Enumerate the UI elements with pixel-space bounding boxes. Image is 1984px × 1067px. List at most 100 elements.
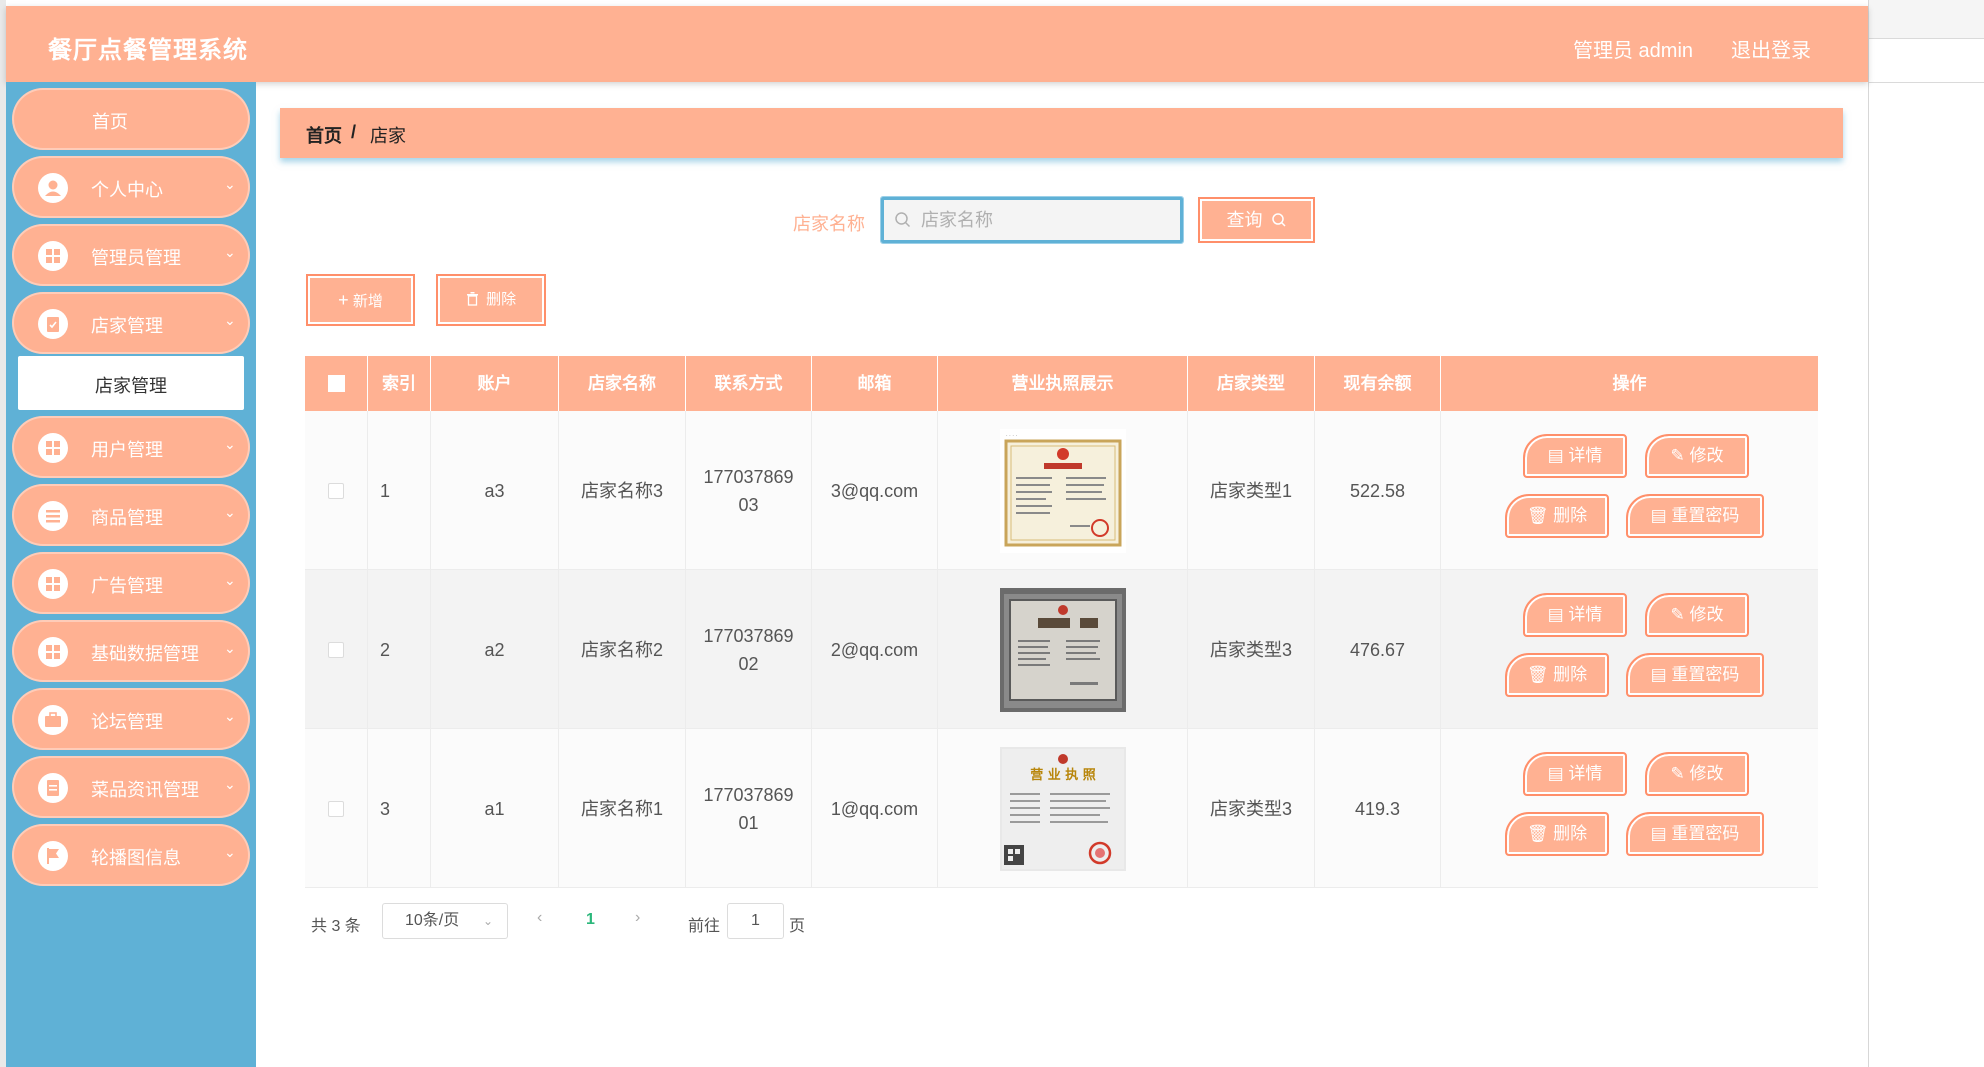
goto-page-input[interactable]: 1: [727, 903, 784, 939]
business-license-image[interactable]: [999, 587, 1126, 712]
table-row: 3 a1 店家名称1 177037869 01 1@qq.com 营 业 执 照: [305, 729, 1818, 888]
edit-button[interactable]: ✎ 修改: [1645, 593, 1749, 637]
cell-index: 2: [368, 570, 431, 729]
cell-email: 1@qq.com: [812, 729, 938, 888]
search-button[interactable]: 查询: [1198, 197, 1315, 243]
cell-balance: 476.67: [1315, 570, 1441, 729]
phone-part: 177037869: [703, 784, 794, 805]
search-icon: [895, 212, 911, 228]
sidebar-item-profile[interactable]: 个人中心 ⌄: [12, 156, 250, 218]
reset-password-button[interactable]: ▤ 重置密码: [1626, 494, 1764, 538]
pagination-total: 共 3 条: [311, 918, 361, 935]
divider: [1869, 82, 1984, 83]
row-checkbox-cell: [305, 411, 368, 570]
detail-button[interactable]: ▤ 详情: [1523, 593, 1627, 637]
edit-button[interactable]: ✎ 修改: [1645, 752, 1749, 796]
batch-delete-button[interactable]: 删除: [436, 274, 546, 326]
cell-email: 2@qq.com: [812, 570, 938, 729]
sidebar-item-products[interactable]: 商品管理 ⌄: [12, 484, 250, 546]
row-checkbox[interactable]: [328, 641, 344, 658]
cell-license: [938, 570, 1188, 729]
page-size-select[interactable]: 10条/页 ⌄: [382, 903, 508, 939]
sidebar-item-label: 基础数据管理: [91, 644, 199, 664]
detail-label: 详情: [1568, 605, 1603, 624]
sidebar-item-label: 轮播图信息: [91, 848, 181, 868]
edit-label: 修改: [1689, 764, 1724, 783]
chevron-down-icon: ⌄: [224, 312, 236, 328]
next-page-button[interactable]: ›: [635, 909, 640, 927]
sidebar-item-ads[interactable]: 广告管理 ⌄: [12, 552, 250, 614]
sidebar-item-basic-data[interactable]: 基础数据管理 ⌄: [12, 620, 250, 682]
chevron-down-icon: ⌄: [224, 244, 236, 260]
cell-shop-type: 店家类型3: [1188, 729, 1315, 888]
adjacent-window-top: [1869, 0, 1984, 38]
delete-button[interactable]: 🗑 删除: [1505, 494, 1609, 538]
sidebar-item-shops[interactable]: 店家管理 ⌄: [12, 292, 250, 354]
reset-password-label: 重置密码: [1671, 824, 1740, 843]
row-checkbox[interactable]: [328, 800, 344, 817]
search-icon: [1271, 213, 1286, 227]
search-field[interactable]: [880, 196, 1184, 244]
breadcrumb-current: 店家: [370, 126, 406, 146]
grid-icon: [38, 433, 68, 463]
reset-password-label: 重置密码: [1671, 506, 1740, 525]
search-input[interactable]: [921, 207, 1171, 233]
cell-email: 3@qq.com: [812, 411, 938, 570]
column-header: 现有余额: [1315, 356, 1441, 411]
cell-license: · · · ·: [938, 411, 1188, 570]
business-license-image[interactable]: 营 业 执 照: [999, 746, 1126, 871]
search-label: 店家名称: [793, 214, 865, 234]
column-header: 联系方式: [686, 356, 812, 411]
logout-link[interactable]: 退出登录: [1731, 34, 1811, 63]
prev-page-button[interactable]: ‹: [537, 909, 542, 927]
trash-icon: [466, 292, 478, 306]
reset-password-button[interactable]: ▤ 重置密码: [1626, 812, 1764, 856]
delete-label: 删除: [1553, 506, 1588, 525]
delete-label: 删除: [1553, 824, 1588, 843]
edit-button[interactable]: ✎ 修改: [1645, 434, 1749, 478]
phone-part: 177037869: [703, 466, 794, 487]
edit-label: 修改: [1689, 446, 1724, 465]
cell-phone: 177037869 02: [686, 570, 812, 729]
detail-button[interactable]: ▤ 详情: [1523, 434, 1627, 478]
sidebar-item-dish-news[interactable]: 菜品资讯管理 ⌄: [12, 756, 250, 818]
top-header: 餐厅点餐管理系统 管理员 admin 退出登录: [6, 6, 1868, 82]
goto-label: 前往: [688, 918, 721, 935]
sidebar-item-label: 菜品资讯管理: [91, 780, 199, 800]
sidebar-item-carousel[interactable]: 轮播图信息 ⌄: [12, 824, 250, 886]
cell-license: 营 业 执 照: [938, 729, 1188, 888]
sidebar-item-home[interactable]: 首页: [12, 88, 250, 150]
license-title: 营 业 执 照: [1030, 767, 1096, 783]
sidebar-item-admins[interactable]: 管理员管理 ⌄: [12, 224, 250, 286]
add-button[interactable]: + 新增: [306, 274, 415, 326]
sidebar-item-forum[interactable]: 论坛管理 ⌄: [12, 688, 250, 750]
row-checkbox-cell: [305, 570, 368, 729]
current-user: 管理员 admin: [1573, 40, 1694, 62]
grid-icon: [38, 241, 68, 271]
document-icon: [38, 773, 68, 803]
chevron-down-icon: ⌄: [224, 176, 236, 192]
cell-operations: ▤ 详情 ✎ 修改 🗑 删除 ▤ 重置密码: [1441, 570, 1818, 729]
page-number-current[interactable]: 1: [586, 911, 595, 929]
trash-icon: 🗑: [1526, 824, 1549, 843]
business-license-image[interactable]: · · · ·: [999, 428, 1126, 553]
reset-password-button[interactable]: ▤ 重置密码: [1626, 653, 1764, 697]
phone-part: 03: [738, 494, 759, 515]
cell-operations: ▤ 详情 ✎ 修改 🗑 删除 ▤ 重置密码: [1441, 729, 1818, 888]
page-size-value: 10条/页: [405, 912, 460, 929]
breadcrumb: 首页 / 店家: [280, 108, 1843, 158]
sidebar-item-users[interactable]: 用户管理 ⌄: [12, 416, 250, 478]
reset-password-label: 重置密码: [1671, 665, 1740, 684]
page-suffix: 页: [789, 918, 806, 935]
row-checkbox[interactable]: [328, 482, 344, 499]
detail-button[interactable]: ▤ 详情: [1523, 752, 1627, 796]
sidebar-subitem-shop-management[interactable]: 店家管理: [18, 356, 244, 410]
breadcrumb-home[interactable]: 首页: [306, 122, 342, 148]
sidebar-item-label: 管理员管理: [91, 248, 181, 268]
checkbox[interactable]: [327, 374, 345, 392]
delete-button[interactable]: 🗑 删除: [1505, 812, 1609, 856]
select-all-checkbox[interactable]: [305, 356, 368, 411]
delete-button[interactable]: 🗑 删除: [1505, 653, 1609, 697]
divider: [1869, 38, 1984, 39]
cell-phone: 177037869 03: [686, 411, 812, 570]
